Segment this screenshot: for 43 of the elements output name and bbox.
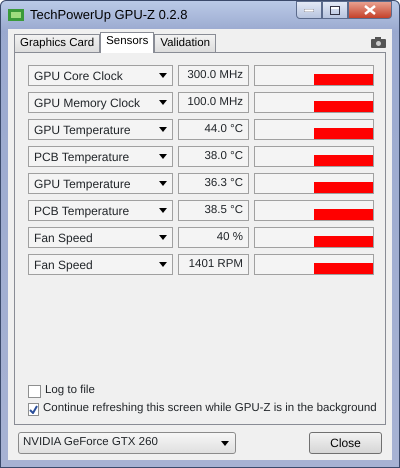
minimize-icon bbox=[304, 8, 314, 12]
sensor-reading: 1401 RPM bbox=[178, 254, 249, 275]
caret-icon bbox=[221, 440, 229, 446]
camera-icon[interactable] bbox=[371, 37, 386, 48]
sensor-select[interactable]: GPU Memory Clock bbox=[28, 92, 173, 113]
caret-icon bbox=[159, 154, 167, 159]
caret-icon bbox=[159, 100, 167, 105]
maximize-icon bbox=[330, 6, 340, 14]
caret-icon bbox=[159, 181, 167, 186]
gpu-select[interactable]: NVIDIA GeForce GTX 260 bbox=[18, 432, 236, 454]
sensor-select[interactable]: Fan Speed bbox=[28, 227, 173, 248]
close-button[interactable]: Close bbox=[309, 432, 382, 454]
caret-icon bbox=[159, 73, 167, 78]
sensor-select[interactable]: GPU Temperature bbox=[28, 119, 173, 140]
maximize-button[interactable] bbox=[322, 1, 348, 19]
tab[interactable]: Validation bbox=[154, 34, 216, 52]
sensor-select[interactable]: PCB Temperature bbox=[28, 200, 173, 221]
caret-icon bbox=[159, 127, 167, 132]
sensor-reading: 100.0 MHz bbox=[178, 92, 249, 113]
sensor-reading: 38.5 °C bbox=[178, 200, 249, 221]
close-window-button[interactable] bbox=[348, 1, 392, 19]
sensor-reading: 300.0 MHz bbox=[178, 65, 249, 86]
caret-icon bbox=[159, 208, 167, 213]
checkbox[interactable] bbox=[28, 402, 39, 416]
sensor-reading: 40 % bbox=[178, 227, 249, 248]
minimize-button[interactable] bbox=[296, 1, 322, 19]
sensor-reading: 38.0 °C bbox=[178, 146, 249, 167]
sensor-select[interactable]: GPU Temperature bbox=[28, 173, 173, 194]
caret-icon bbox=[159, 262, 167, 267]
sensor-reading: 36.3 °C bbox=[178, 173, 249, 194]
app-icon bbox=[8, 9, 24, 21]
sensor-reading: 44.0 °C bbox=[178, 119, 249, 140]
checkbox-label: Continue refreshing this screen while GPU-Z is in the background bbox=[43, 401, 377, 416]
sensor-select[interactable]: GPU Core Clock bbox=[28, 65, 173, 86]
tab[interactable]: Graphics Card bbox=[14, 34, 100, 52]
window-title: TechPowerUp GPU-Z 0.2.8 bbox=[30, 6, 188, 24]
close-icon bbox=[364, 5, 376, 15]
tab[interactable]: Sensors bbox=[100, 32, 154, 53]
caret-icon bbox=[159, 235, 167, 240]
sensor-select[interactable]: Fan Speed bbox=[28, 254, 173, 275]
checkbox-label: Log to file bbox=[45, 383, 95, 398]
checkbox[interactable] bbox=[28, 384, 41, 398]
sensor-select[interactable]: PCB Temperature bbox=[28, 146, 173, 167]
